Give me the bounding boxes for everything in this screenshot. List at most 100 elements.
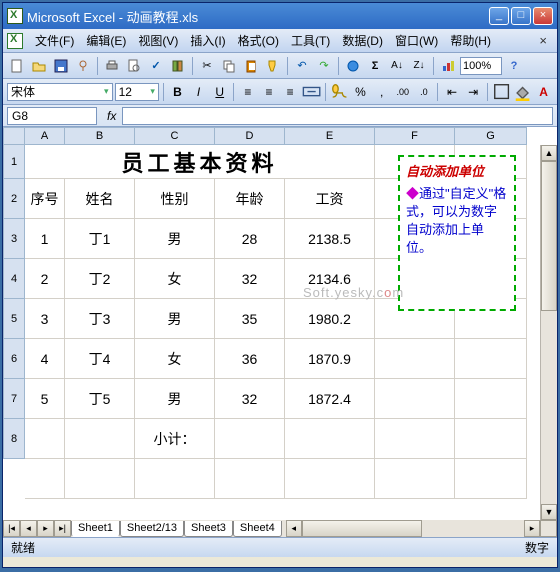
menu-window[interactable]: 窗口(W)	[389, 30, 444, 51]
cell[interactable]: 1	[25, 219, 65, 259]
merge-button[interactable]	[302, 82, 321, 102]
v-scroll-thumb[interactable]	[541, 161, 557, 311]
col-header-D[interactable]: D	[215, 127, 285, 145]
format-painter-button[interactable]	[263, 56, 283, 76]
cell[interactable]	[375, 419, 455, 459]
decrease-indent-button[interactable]: ⇤	[442, 82, 461, 102]
fill-color-button[interactable]	[513, 82, 532, 102]
name-box[interactable]: G8	[7, 107, 97, 125]
cell[interactable]	[375, 339, 455, 379]
cut-button[interactable]: ✂	[197, 56, 217, 76]
menu-file[interactable]: 文件(F)	[29, 30, 80, 51]
row-header-3[interactable]: 3	[3, 219, 25, 259]
cell[interactable]	[285, 459, 375, 499]
tab-first-button[interactable]: |◂	[3, 520, 20, 537]
cell[interactable]	[65, 459, 135, 499]
row-header-6[interactable]: 6	[3, 339, 25, 379]
menu-tools[interactable]: 工具(T)	[285, 30, 336, 51]
menu-format[interactable]: 格式(O)	[232, 30, 285, 51]
cell[interactable]: 女	[135, 339, 215, 379]
close-button[interactable]: ×	[533, 7, 553, 25]
align-left-button[interactable]: ≡	[238, 82, 257, 102]
app-menu-icon[interactable]	[7, 33, 23, 49]
cell[interactable]: 姓名	[65, 179, 135, 219]
fontsize-combo[interactable]: 12▾	[115, 83, 159, 101]
permission-button[interactable]	[73, 56, 93, 76]
cell[interactable]: 28	[215, 219, 285, 259]
sheet-tab[interactable]: Sheet1	[71, 521, 120, 537]
cell[interactable]	[65, 419, 135, 459]
cell[interactable]	[135, 459, 215, 499]
align-center-button[interactable]: ≡	[259, 82, 278, 102]
minimize-button[interactable]: _	[489, 7, 509, 25]
vertical-scrollbar[interactable]: ▲ ▼	[540, 145, 557, 520]
cell[interactable]	[375, 459, 455, 499]
underline-button[interactable]: U	[210, 82, 229, 102]
cell[interactable]: 3	[25, 299, 65, 339]
cell[interactable]: 丁1	[65, 219, 135, 259]
menu-edit[interactable]: 编辑(E)	[80, 30, 132, 51]
row-header-8[interactable]: 8	[3, 419, 25, 459]
decrease-decimal-button[interactable]: .0	[414, 82, 433, 102]
cell[interactable]: 35	[215, 299, 285, 339]
cell[interactable]: 丁5	[65, 379, 135, 419]
menu-insert[interactable]: 插入(I)	[184, 30, 231, 51]
cell[interactable]	[455, 459, 527, 499]
increase-indent-button[interactable]: ⇥	[464, 82, 483, 102]
row-header-5[interactable]: 5	[3, 299, 25, 339]
hyperlink-button[interactable]	[343, 56, 363, 76]
spell-button[interactable]: ✓	[146, 56, 166, 76]
col-header-A[interactable]: A	[25, 127, 65, 145]
copy-button[interactable]	[219, 56, 239, 76]
italic-button[interactable]: I	[189, 82, 208, 102]
col-header-F[interactable]: F	[375, 127, 455, 145]
tab-last-button[interactable]: ▸|	[54, 520, 71, 537]
col-header-C[interactable]: C	[135, 127, 215, 145]
currency-button[interactable]	[330, 82, 349, 102]
maximize-button[interactable]: □	[511, 7, 531, 25]
cell[interactable]: 丁2	[65, 259, 135, 299]
row-header-2[interactable]: 2	[3, 179, 25, 219]
undo-button[interactable]: ↶	[292, 56, 312, 76]
menu-data[interactable]: 数据(D)	[336, 30, 389, 51]
autosum-button[interactable]: Σ	[365, 56, 385, 76]
sheet-tab[interactable]: Sheet3	[184, 521, 233, 537]
cell[interactable]: 性别	[135, 179, 215, 219]
cell[interactable]: 女	[135, 259, 215, 299]
align-right-button[interactable]: ≡	[281, 82, 300, 102]
redo-button[interactable]: ↷	[314, 56, 334, 76]
cell[interactable]: 1980.2	[285, 299, 375, 339]
h-scroll-thumb[interactable]	[302, 520, 422, 537]
cell[interactable]: 员工基本资料	[25, 145, 375, 179]
chart-button[interactable]	[438, 56, 458, 76]
increase-decimal-button[interactable]: .00	[393, 82, 412, 102]
cell[interactable]: 工资	[285, 179, 375, 219]
tab-prev-button[interactable]: ◂	[20, 520, 37, 537]
scroll-left-button[interactable]: ◂	[286, 520, 302, 537]
cell[interactable]: 男	[135, 379, 215, 419]
cell[interactable]	[375, 379, 455, 419]
cell[interactable]: 年龄	[215, 179, 285, 219]
col-header-G[interactable]: G	[455, 127, 527, 145]
paste-button[interactable]	[241, 56, 261, 76]
horizontal-scrollbar[interactable]: ◂ ▸	[286, 520, 540, 537]
row-header-4[interactable]: 4	[3, 259, 25, 299]
bold-button[interactable]: B	[168, 82, 187, 102]
select-all-corner[interactable]	[3, 127, 25, 145]
cell[interactable]: 丁3	[65, 299, 135, 339]
workbook-close-button[interactable]: ×	[533, 33, 553, 48]
menu-view[interactable]: 视图(V)	[132, 30, 184, 51]
help-button[interactable]: ?	[504, 56, 524, 76]
research-button[interactable]	[168, 56, 188, 76]
cell[interactable]: 36	[215, 339, 285, 379]
sort-asc-button[interactable]: A↓	[387, 56, 407, 76]
font-color-button[interactable]: A	[534, 82, 553, 102]
print-button[interactable]	[102, 56, 122, 76]
formula-bar[interactable]	[122, 107, 553, 125]
cell[interactable]: 2	[25, 259, 65, 299]
open-button[interactable]	[29, 56, 49, 76]
cell[interactable]: 32	[215, 259, 285, 299]
comma-button[interactable]: ,	[372, 82, 391, 102]
cell[interactable]: 1872.4	[285, 379, 375, 419]
cell[interactable]	[25, 419, 65, 459]
